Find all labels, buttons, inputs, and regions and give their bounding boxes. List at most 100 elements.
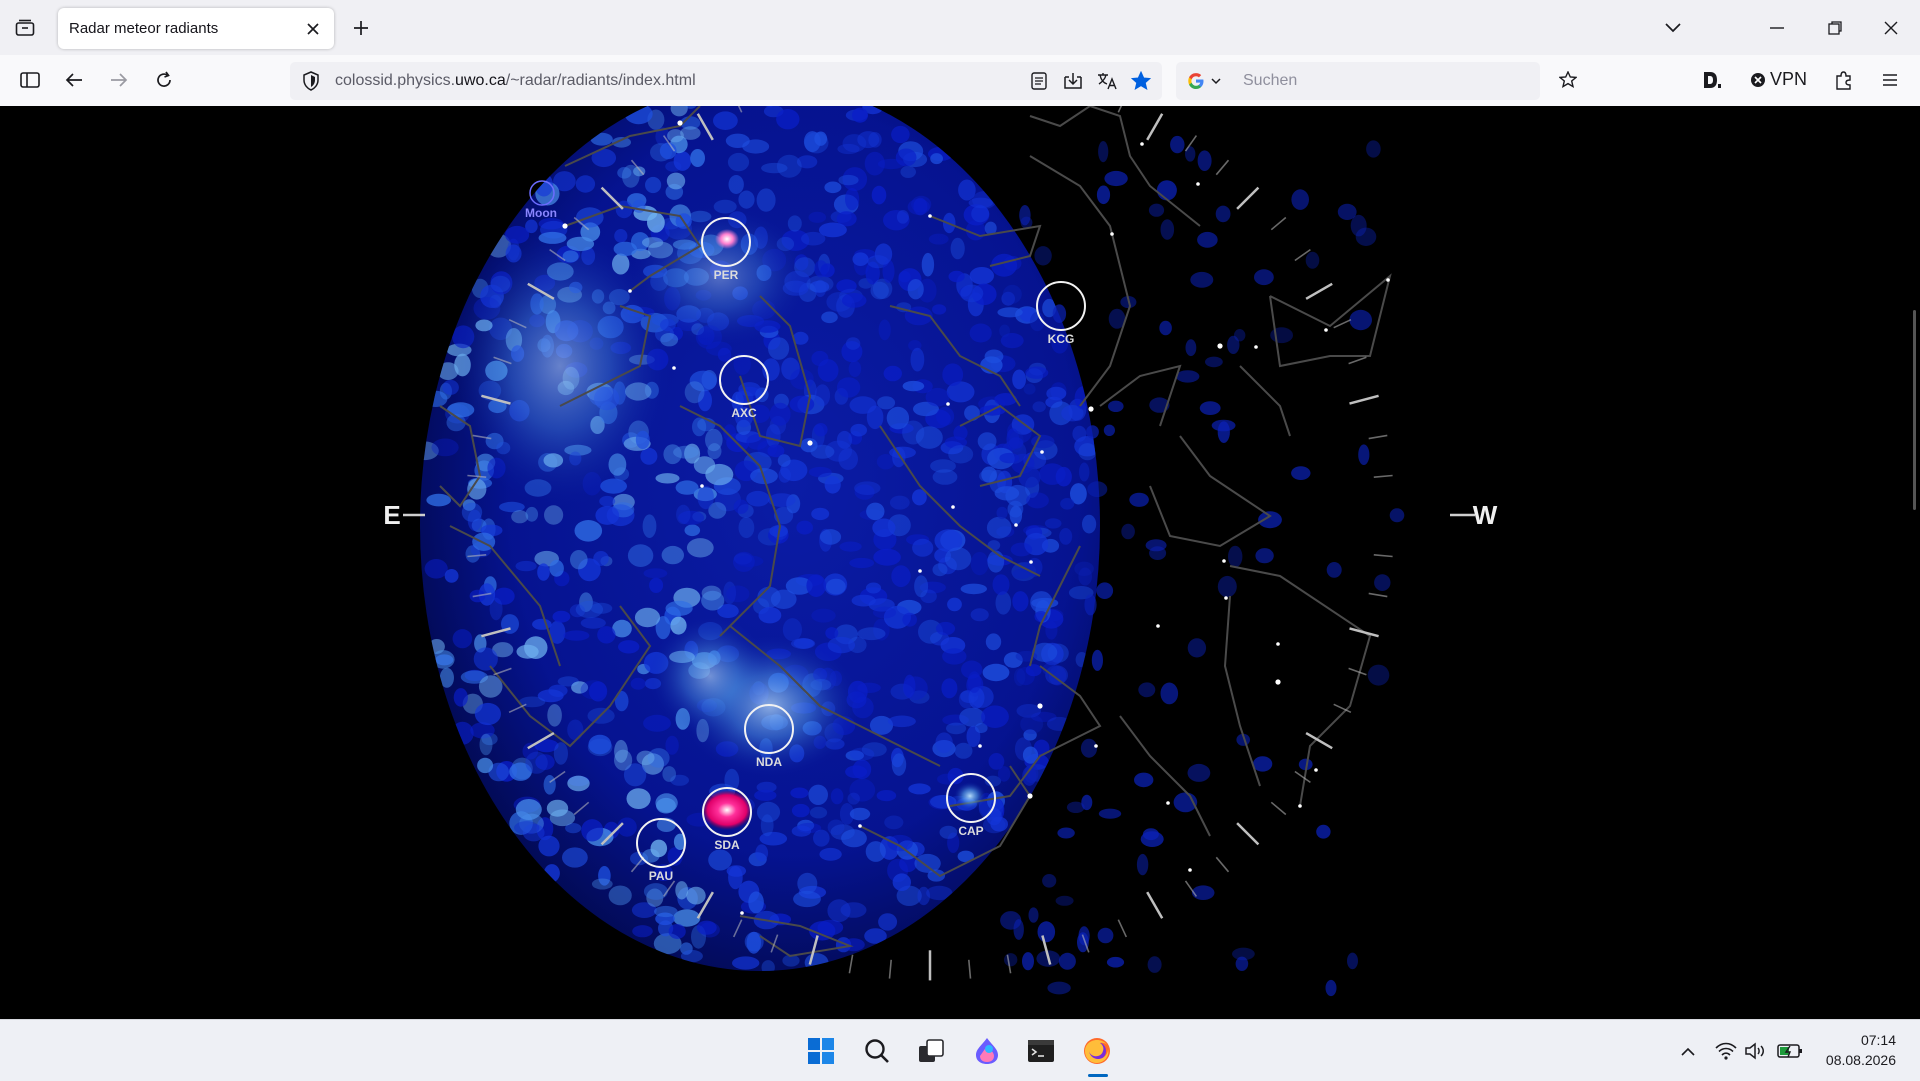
sidebar-icon[interactable]	[16, 67, 44, 93]
shower-label-cap: CAP	[958, 824, 983, 838]
reload-icon[interactable]	[150, 67, 178, 93]
density-blob	[544, 505, 564, 525]
engine-dropdown-chevron-icon[interactable]	[1210, 75, 1222, 87]
star	[1156, 624, 1160, 628]
density-blob	[597, 626, 616, 644]
constellation-line	[1149, 435, 1272, 548]
density-blob	[914, 853, 941, 873]
density-blob	[769, 402, 791, 426]
tracking-protection-shield-icon[interactable]	[300, 70, 322, 92]
density-blob	[738, 517, 755, 539]
density-blob	[944, 547, 972, 571]
density-blob	[479, 733, 493, 756]
address-bar[interactable]: colossid.physics.uwo.ca/~radar/radiants/…	[290, 62, 1162, 100]
app-menu-hamburger-icon[interactable]	[1878, 68, 1902, 92]
density-blob	[567, 719, 584, 741]
page-scrollbar[interactable]	[1913, 310, 1916, 510]
density-blob	[948, 270, 965, 283]
density-blob	[848, 360, 862, 377]
density-blob	[1234, 329, 1246, 342]
search-icon[interactable]	[862, 1036, 892, 1066]
active-tab[interactable]: Radar meteor radiants	[58, 8, 334, 49]
density-blob	[626, 788, 651, 809]
task-view-icon[interactable]	[916, 1036, 946, 1066]
density-blob	[796, 520, 813, 535]
firefox-icon[interactable]	[1080, 1034, 1114, 1068]
density-blob	[1084, 594, 1097, 616]
density-blob	[889, 495, 910, 510]
vpn-label[interactable]: VPN	[1770, 69, 1807, 90]
wifi-icon[interactable]	[1714, 1040, 1738, 1062]
close-window-icon[interactable]	[1876, 16, 1906, 40]
density-blob	[1091, 649, 1103, 671]
save-to-pocket-icon[interactable]	[1062, 70, 1084, 92]
minimize-icon[interactable]	[1762, 16, 1792, 40]
star	[1386, 278, 1390, 282]
density-blob	[1129, 492, 1149, 507]
tab-list-icon[interactable]	[12, 16, 38, 40]
dashlane-icon[interactable]	[1700, 68, 1724, 92]
density-blob	[872, 518, 896, 538]
density-blob	[935, 732, 953, 753]
volume-icon[interactable]	[1744, 1040, 1768, 1062]
battery-charging-icon[interactable]	[1776, 1040, 1804, 1062]
density-blob	[819, 529, 842, 545]
density-blob	[838, 448, 858, 470]
density-blob	[630, 677, 646, 690]
extensions-puzzle-icon[interactable]	[1832, 68, 1856, 92]
translate-icon[interactable]	[1096, 70, 1118, 92]
star	[672, 366, 676, 370]
density-blob	[622, 164, 640, 188]
density-blob	[958, 690, 975, 709]
vpn-status-icon[interactable]	[1748, 70, 1768, 90]
density-blob	[1059, 528, 1073, 545]
density-blob	[830, 788, 844, 805]
density-blob	[581, 819, 604, 842]
star	[1276, 642, 1280, 646]
horizon-tick	[1146, 891, 1164, 919]
google-engine-icon[interactable]	[1186, 71, 1206, 91]
density-blob	[876, 454, 895, 470]
forward-arrow-icon[interactable]	[105, 67, 133, 93]
density-blob	[1019, 205, 1031, 226]
cap-glow	[954, 782, 986, 810]
density-blob	[777, 454, 791, 467]
system-clock[interactable]: 07:14 08.08.2026	[1826, 1030, 1896, 1070]
density-blob	[673, 445, 699, 459]
new-tab-icon[interactable]	[349, 16, 373, 40]
density-blob	[727, 152, 750, 172]
density-blob	[1098, 808, 1122, 819]
horizon-tick	[848, 954, 854, 974]
density-blob	[1058, 952, 1076, 970]
density-blob	[632, 925, 653, 938]
density-blob	[1042, 874, 1057, 888]
copilot-icon[interactable]	[972, 1036, 1002, 1066]
close-tab-icon[interactable]	[302, 18, 324, 40]
horizon-tick	[1305, 282, 1333, 300]
density-blob	[1215, 205, 1231, 223]
density-blob	[996, 506, 1008, 520]
density-blob	[1057, 827, 1075, 839]
bookmark-star-icon[interactable]	[1130, 70, 1152, 92]
list-all-tabs-icon[interactable]	[1660, 16, 1686, 40]
density-blob	[1047, 981, 1071, 995]
windows-start-icon[interactable]	[806, 1036, 836, 1066]
pocket-list-icon[interactable]	[1556, 68, 1580, 92]
density-blob	[761, 960, 775, 971]
search-bar[interactable]: Suchen	[1176, 62, 1540, 100]
shower-label-sda: SDA	[714, 838, 740, 852]
terminal-icon[interactable]	[1026, 1036, 1056, 1066]
density-blob	[1160, 682, 1179, 705]
horizon-tick	[1349, 627, 1379, 638]
density-blob	[575, 600, 604, 619]
density-blob	[999, 324, 1010, 338]
density-blob	[713, 111, 738, 130]
restore-icon[interactable]	[1820, 16, 1850, 40]
constellation-line	[1239, 365, 1291, 437]
show-hidden-icons-chevron-icon[interactable]	[1676, 1040, 1700, 1062]
density-blob	[756, 188, 776, 212]
density-blob	[618, 640, 640, 654]
back-arrow-icon[interactable]	[60, 67, 88, 93]
reader-view-icon[interactable]	[1028, 70, 1050, 92]
density-blob	[599, 495, 616, 507]
